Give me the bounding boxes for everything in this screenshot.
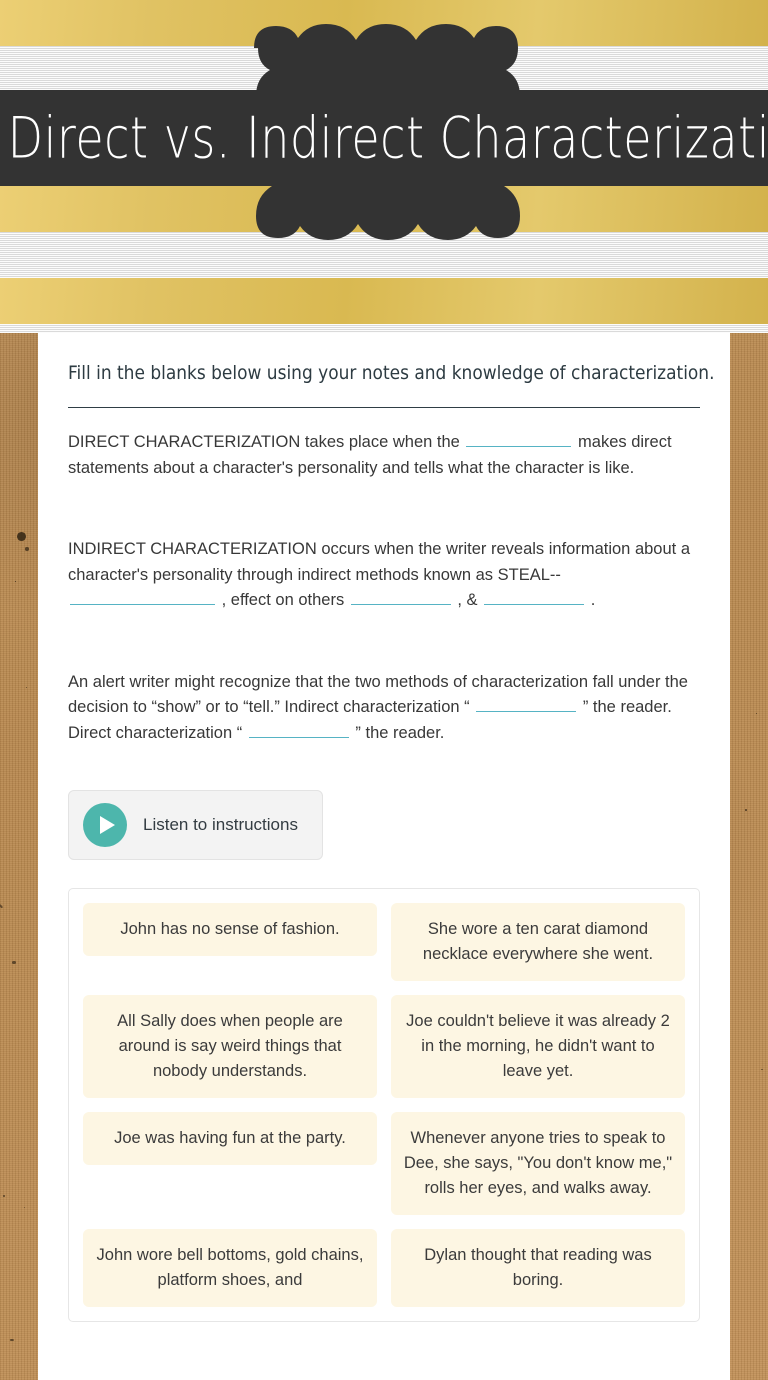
paragraph-indirect-characterization: INDIRECT CHARACTERIZATION occurs when th…: [68, 537, 700, 614]
gold-stripe: [0, 278, 768, 324]
worksheet-panel: Fill in the blanks below using your note…: [38, 333, 730, 1380]
answer-card[interactable]: Dylan thought that reading was boring.: [391, 1229, 685, 1307]
answer-card[interactable]: Joe was having fun at the party.: [83, 1112, 377, 1165]
listen-to-instructions-button[interactable]: Listen to instructions: [68, 790, 323, 860]
paragraph-1-text-a: DIRECT CHARACTERIZATION takes place when…: [68, 433, 460, 451]
page-header: Direct vs. Indirect Characterization: [0, 0, 768, 333]
blank-input-1[interactable]: [466, 430, 572, 447]
answer-bank: John has no sense of fashion. She wore a …: [68, 888, 700, 1322]
paragraph-3-text-c: ” the reader.: [355, 723, 445, 742]
answer-card[interactable]: John has no sense of fashion.: [83, 903, 377, 956]
answer-card[interactable]: All Sally does when people are around is…: [83, 995, 377, 1098]
instructions-divider: [68, 407, 700, 408]
paragraph-2-text-d: .: [590, 591, 596, 609]
paragraph-direct-characterization: DIRECT CHARACTERIZATION takes place when…: [68, 430, 700, 481]
blank-input-4[interactable]: [484, 588, 585, 605]
title-banner: Direct vs. Indirect Characterization: [0, 90, 768, 186]
listen-button-label: Listen to instructions: [143, 815, 298, 834]
play-icon[interactable]: [83, 803, 127, 847]
paragraph-2-text-b: , effect on others: [221, 591, 345, 609]
answer-card[interactable]: Joe couldn't believe it was already 2 in…: [391, 995, 685, 1098]
blank-input-5[interactable]: [476, 695, 577, 712]
blank-input-2[interactable]: [70, 588, 215, 605]
worksheet-instructions: Fill in the blanks below using your note…: [68, 363, 715, 385]
answer-card[interactable]: She wore a ten carat diamond necklace ev…: [391, 903, 685, 981]
blank-input-6[interactable]: [248, 721, 349, 738]
answer-card[interactable]: Whenever anyone tries to speak to Dee, s…: [391, 1112, 685, 1215]
white-stripe: [0, 324, 768, 333]
blank-input-3[interactable]: [350, 588, 451, 605]
answer-card[interactable]: John wore bell bottoms, gold chains, pla…: [83, 1229, 377, 1307]
paragraph-2-text-a: INDIRECT CHARACTERIZATION occurs when th…: [68, 540, 690, 584]
paragraph-show-vs-tell: An alert writer might recognize that the…: [68, 670, 700, 747]
paragraph-2-text-c: , &: [457, 591, 478, 609]
page-title: Direct vs. Indirect Characterization: [7, 104, 768, 172]
